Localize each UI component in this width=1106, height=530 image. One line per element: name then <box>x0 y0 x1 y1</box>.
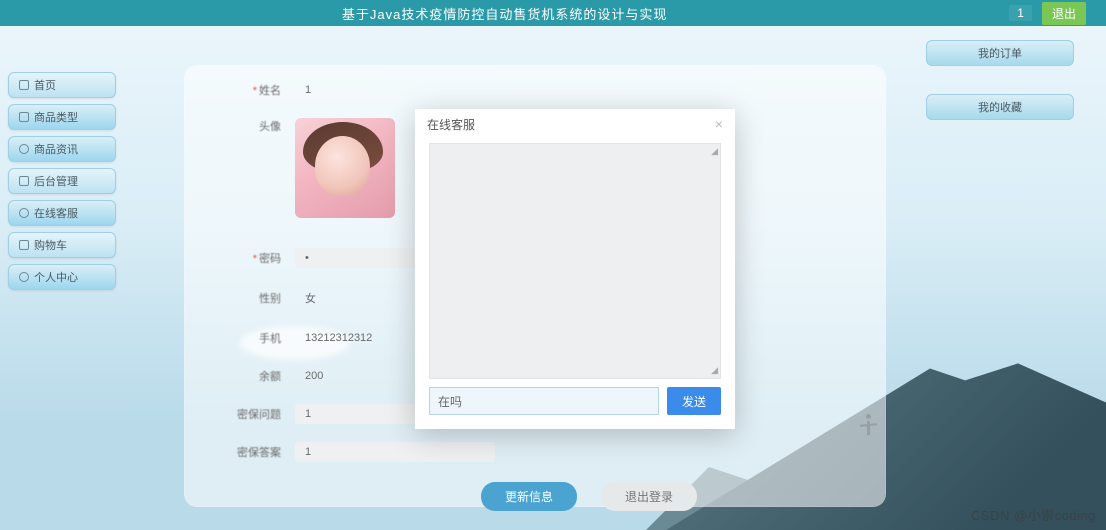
modal-title: 在线客服 <box>427 116 475 133</box>
avatar-label: 头像 <box>221 118 281 134</box>
home-icon <box>19 80 29 90</box>
balance-label: 余额 <box>221 368 281 384</box>
admin-icon <box>19 176 29 186</box>
right-pill-label: 我的收藏 <box>978 99 1022 115</box>
seca-value[interactable]: 1 <box>295 442 495 462</box>
user-icon <box>19 272 29 282</box>
topbar-right: 1 退出 <box>1009 2 1106 25</box>
resize-icon[interactable]: ◢ <box>711 365 718 376</box>
category-icon <box>19 112 29 122</box>
sidebar-item-label: 个人中心 <box>34 269 78 285</box>
sidebar-item-category[interactable]: 商品类型 <box>8 104 116 130</box>
chat-modal: 在线客服 × ◢ ◢ 发送 <box>415 109 735 429</box>
sidebar-item-label: 商品资讯 <box>34 141 78 157</box>
topbar-badge[interactable]: 1 <box>1009 5 1032 21</box>
sidebar-item-label: 购物车 <box>34 237 67 253</box>
my-favorites-button[interactable]: 我的收藏 <box>926 94 1074 120</box>
password-label: 密码 <box>221 250 281 266</box>
page-title: 基于Java技术疫情防控自动售货机系统的设计与实现 <box>0 4 1009 23</box>
my-orders-button[interactable]: 我的订单 <box>926 40 1074 66</box>
gender-label: 性别 <box>221 290 281 306</box>
modal-footer: 发送 <box>415 387 735 429</box>
watermark: CSDN @小崇coding <box>971 505 1096 524</box>
sidebar-item-label: 商品类型 <box>34 109 78 125</box>
close-icon[interactable]: × <box>715 117 723 131</box>
sidebar-item-label: 在线客服 <box>34 205 78 221</box>
logout-button[interactable]: 退出登录 <box>601 482 697 511</box>
sidebar-item-user[interactable]: 个人中心 <box>8 264 116 290</box>
secq-label: 密保问题 <box>221 406 281 422</box>
sidebar-item-home[interactable]: 首页 <box>8 72 116 98</box>
exit-button[interactable]: 退出 <box>1042 2 1086 25</box>
modal-body[interactable]: ◢ ◢ <box>429 143 721 379</box>
modal-header: 在线客服 × <box>415 109 735 139</box>
info-icon <box>19 144 29 154</box>
cart-icon <box>19 240 29 250</box>
background-scene: 首页 商品类型 商品资讯 后台管理 在线客服 购物车 个人中心 我的订单 <box>0 26 1106 530</box>
sidebar-item-service[interactable]: 在线客服 <box>8 200 116 226</box>
avatar[interactable] <box>295 118 395 218</box>
resize-icon: ◢ <box>711 146 718 157</box>
sidebar-item-info[interactable]: 商品资讯 <box>8 136 116 162</box>
sidebar-item-label: 首页 <box>34 77 56 93</box>
service-icon <box>19 208 29 218</box>
form-actions: 更新信息 退出登录 <box>221 482 849 511</box>
send-button[interactable]: 发送 <box>667 387 721 415</box>
save-button[interactable]: 更新信息 <box>481 482 577 511</box>
sidebar: 首页 商品类型 商品资讯 后台管理 在线客服 购物车 个人中心 <box>8 72 116 290</box>
seca-label: 密保答案 <box>221 444 281 460</box>
chat-input[interactable] <box>429 387 659 415</box>
phone-label: 手机 <box>221 330 281 346</box>
topbar: 基于Java技术疫情防控自动售货机系统的设计与实现 1 退出 <box>0 0 1106 26</box>
sidebar-item-admin[interactable]: 后台管理 <box>8 168 116 194</box>
nickname-value[interactable]: 1 <box>295 80 495 100</box>
sidebar-item-cart[interactable]: 购物车 <box>8 232 116 258</box>
nickname-label: 姓名 <box>221 82 281 98</box>
sidebar-item-label: 后台管理 <box>34 173 78 189</box>
right-pills: 我的订单 我的收藏 <box>926 40 1074 120</box>
right-pill-label: 我的订单 <box>978 45 1022 61</box>
